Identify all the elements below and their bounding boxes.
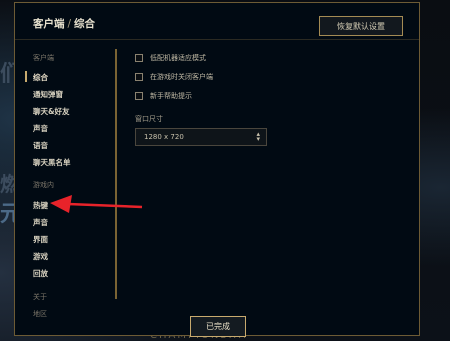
sidebar-section-client: 客户端 — [33, 54, 54, 62]
title-general: 综合 — [74, 18, 96, 30]
checkbox-label: 在游戏时关闭客户端 — [150, 73, 213, 81]
close-client-ingame-checkbox[interactable] — [135, 73, 143, 81]
sidebar-item-region[interactable]: 地区 — [33, 309, 47, 319]
active-indicator — [25, 71, 27, 82]
title-client: 客户端 — [33, 18, 65, 30]
page-title: 客户端 / 综合 — [33, 16, 95, 31]
sidebar-item-chat-blacklist[interactable]: 聊天黑名单 — [33, 157, 71, 168]
low-spec-mode-checkbox[interactable] — [135, 54, 143, 62]
sidebar-item-general[interactable]: 综合 — [33, 72, 48, 83]
title-separator: / — [67, 18, 72, 30]
sidebar-item-interface[interactable]: 界面 — [33, 234, 48, 245]
checkbox-label: 低配机器适应模式 — [150, 54, 206, 62]
sidebar-item-ingame-sound[interactable]: 声音 — [33, 217, 48, 228]
window-size-value: 1280 x 720 — [144, 133, 184, 141]
window-size-label: 窗口尺寸 — [135, 115, 163, 123]
sidebar-section-ingame: 游戏内 — [33, 181, 54, 189]
sidebar-item-voice[interactable]: 语音 — [33, 140, 48, 151]
sidebar-item-hotkeys[interactable]: 热键 — [33, 200, 48, 211]
sidebar-divider — [115, 49, 117, 299]
window-size-select[interactable]: 1280 x 720 ▴ ▾ — [135, 128, 267, 146]
close-client-ingame-option[interactable]: 在游戏时关闭客户端 — [135, 72, 213, 82]
low-spec-mode-option[interactable]: 低配机器适应模式 — [135, 53, 206, 63]
restore-defaults-button[interactable]: 恢复默认设置 — [319, 16, 403, 36]
sidebar-section-about: 关于 — [33, 293, 47, 301]
checkbox-label: 新手帮助提示 — [150, 92, 192, 100]
chevron-up-down-icon: ▴ ▾ — [256, 130, 260, 143]
sidebar-item-notifications[interactable]: 通知弹窗 — [33, 89, 63, 100]
sidebar-item-chat-friends[interactable]: 聊天&好友 — [33, 106, 70, 117]
sidebar-item-game[interactable]: 游戏 — [33, 251, 48, 262]
settings-dialog: 客户端 / 综合 恢复默认设置 客户端 综合 通知弹窗 聊天&好友 声音 语音 聊天… — [14, 2, 420, 337]
sidebar-item-replays[interactable]: 回放 — [33, 268, 48, 279]
sidebar-item-sound[interactable]: 声音 — [33, 123, 48, 134]
tutorial-tips-checkbox[interactable] — [135, 92, 143, 100]
done-button[interactable]: 已完成 — [190, 316, 246, 337]
dialog-header: 客户端 / 综合 恢复默认设置 — [15, 3, 419, 40]
tutorial-tips-option[interactable]: 新手帮助提示 — [135, 91, 192, 101]
